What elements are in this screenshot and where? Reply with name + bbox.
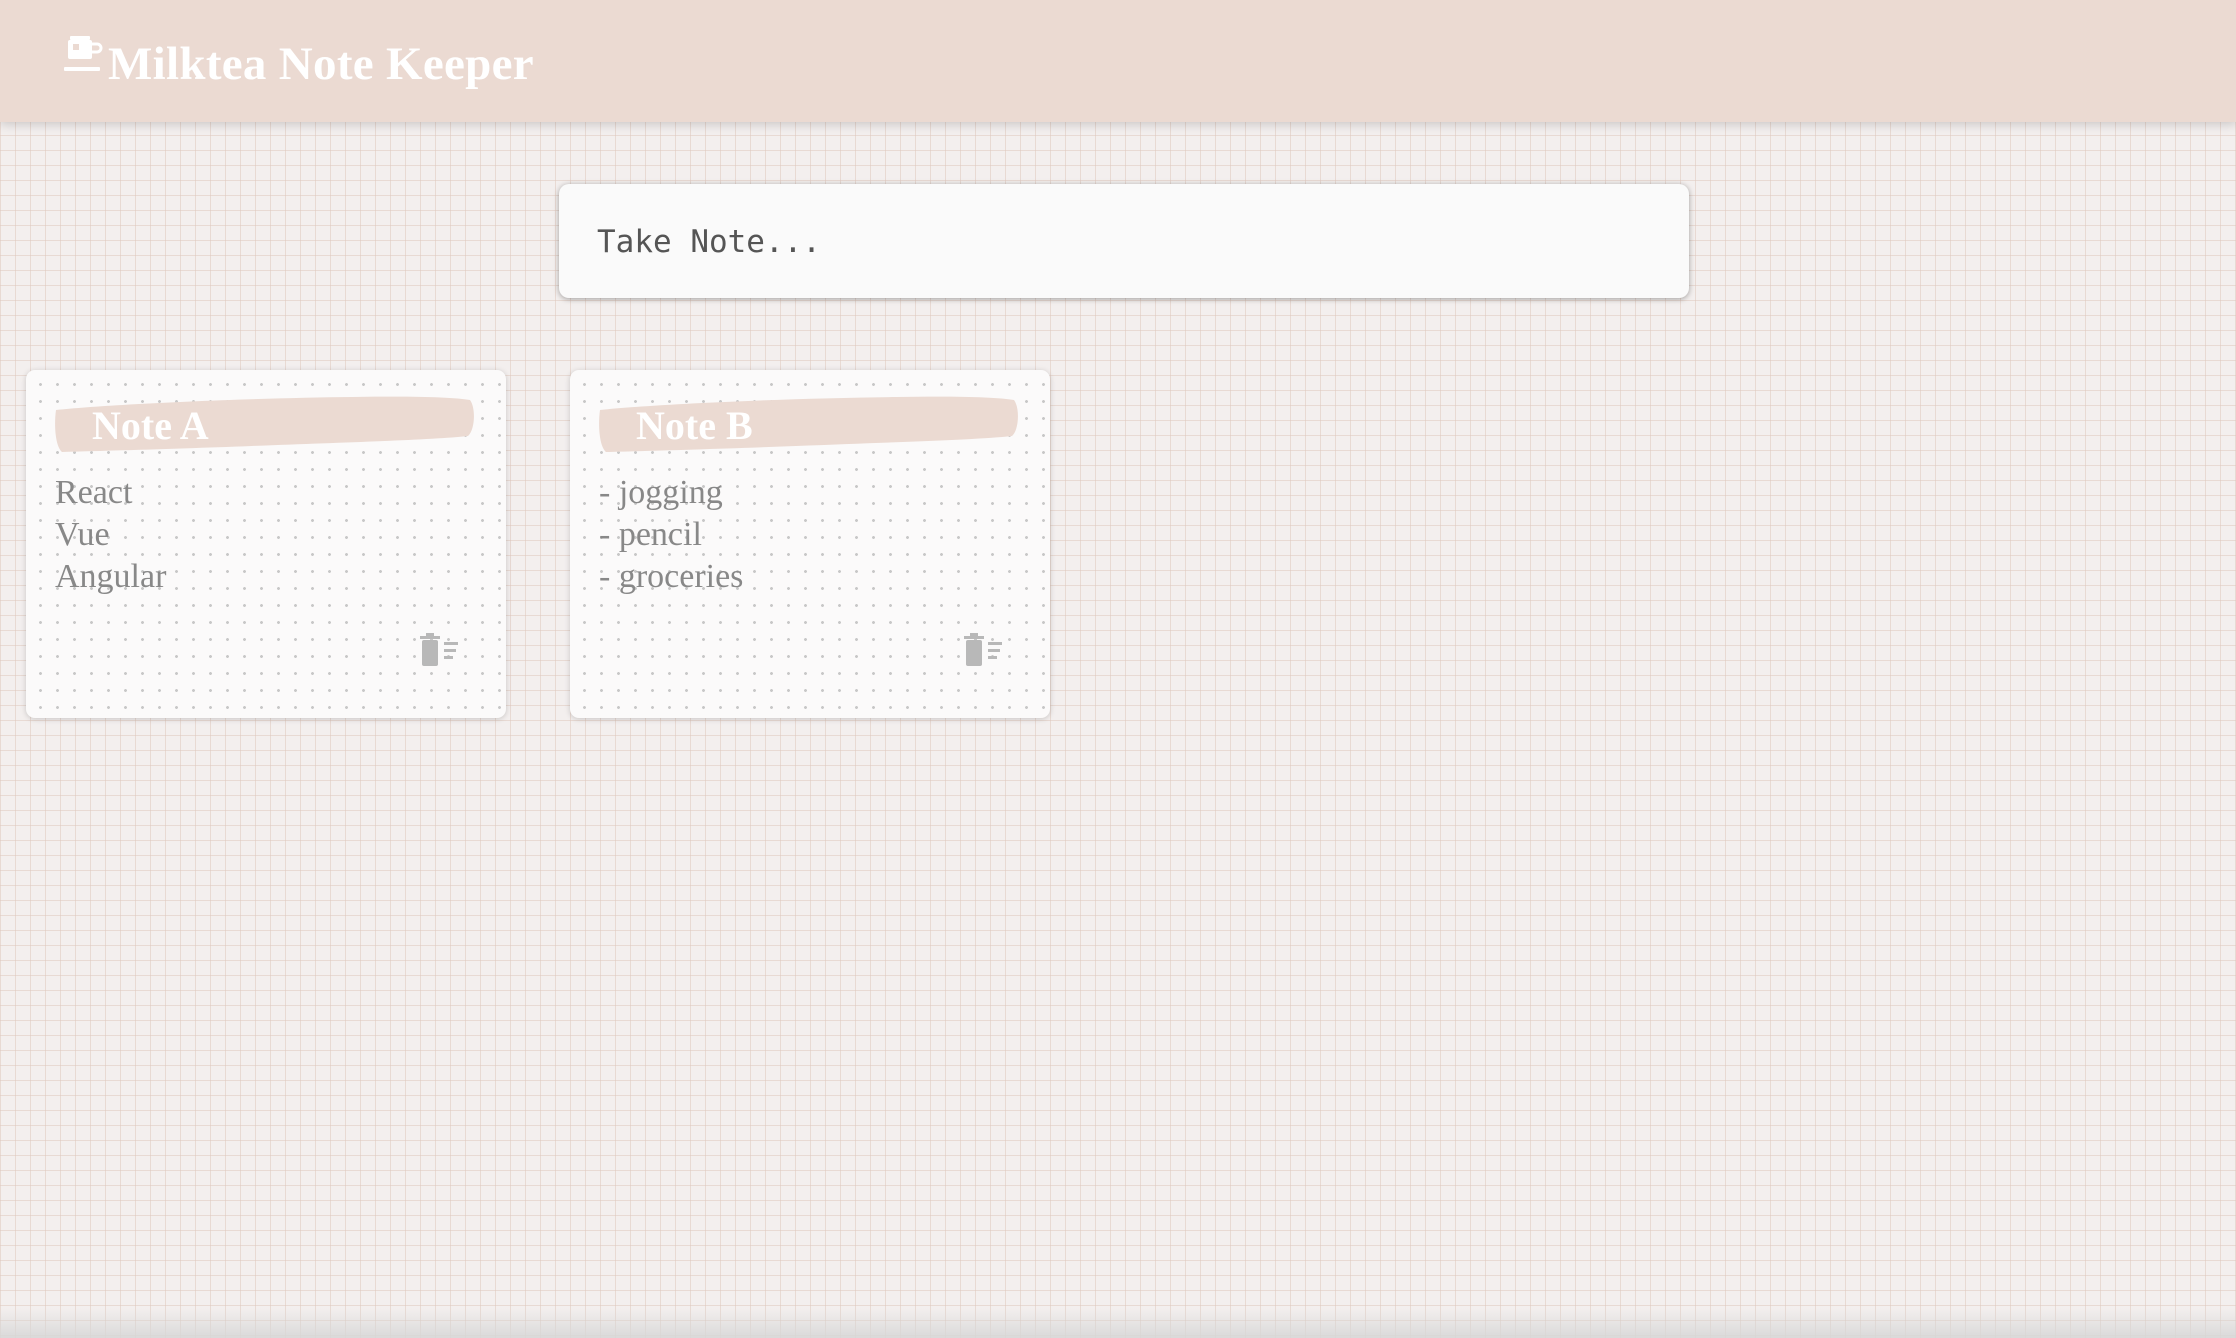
note-card: Note B - jogging - pencil - groceries <box>570 370 1050 718</box>
note-title: Note A <box>92 403 209 448</box>
delete-note-button[interactable] <box>962 632 1006 670</box>
trash-icon <box>420 633 458 666</box>
note-title-band: Note A <box>52 394 476 456</box>
brand: Milktea Note Keeper <box>64 34 534 94</box>
note-title: Note B <box>636 403 753 448</box>
note-content: React Vue Angular <box>55 472 166 598</box>
note-line: Angular <box>55 558 167 595</box>
take-note-input[interactable] <box>597 212 1647 272</box>
note-line: - pencil <box>599 516 702 553</box>
note-line: - groceries <box>599 558 744 595</box>
trash-icon <box>964 633 1002 666</box>
note-line: Vue <box>55 516 110 553</box>
note-content: - jogging - pencil - groceries <box>599 472 743 598</box>
delete-note-button[interactable] <box>418 632 462 670</box>
note-line: React <box>55 474 133 511</box>
bottom-shade <box>0 1308 2236 1338</box>
note-card: Note A React Vue Angular <box>26 370 506 718</box>
take-note-box[interactable] <box>559 184 1689 298</box>
app-header: Milktea Note Keeper <box>0 0 2236 122</box>
note-title-band: Note B <box>596 394 1020 456</box>
note-line: - jogging <box>599 474 723 511</box>
milktea-cup-icon <box>64 36 103 71</box>
app-title: Milktea Note Keeper <box>108 38 534 90</box>
